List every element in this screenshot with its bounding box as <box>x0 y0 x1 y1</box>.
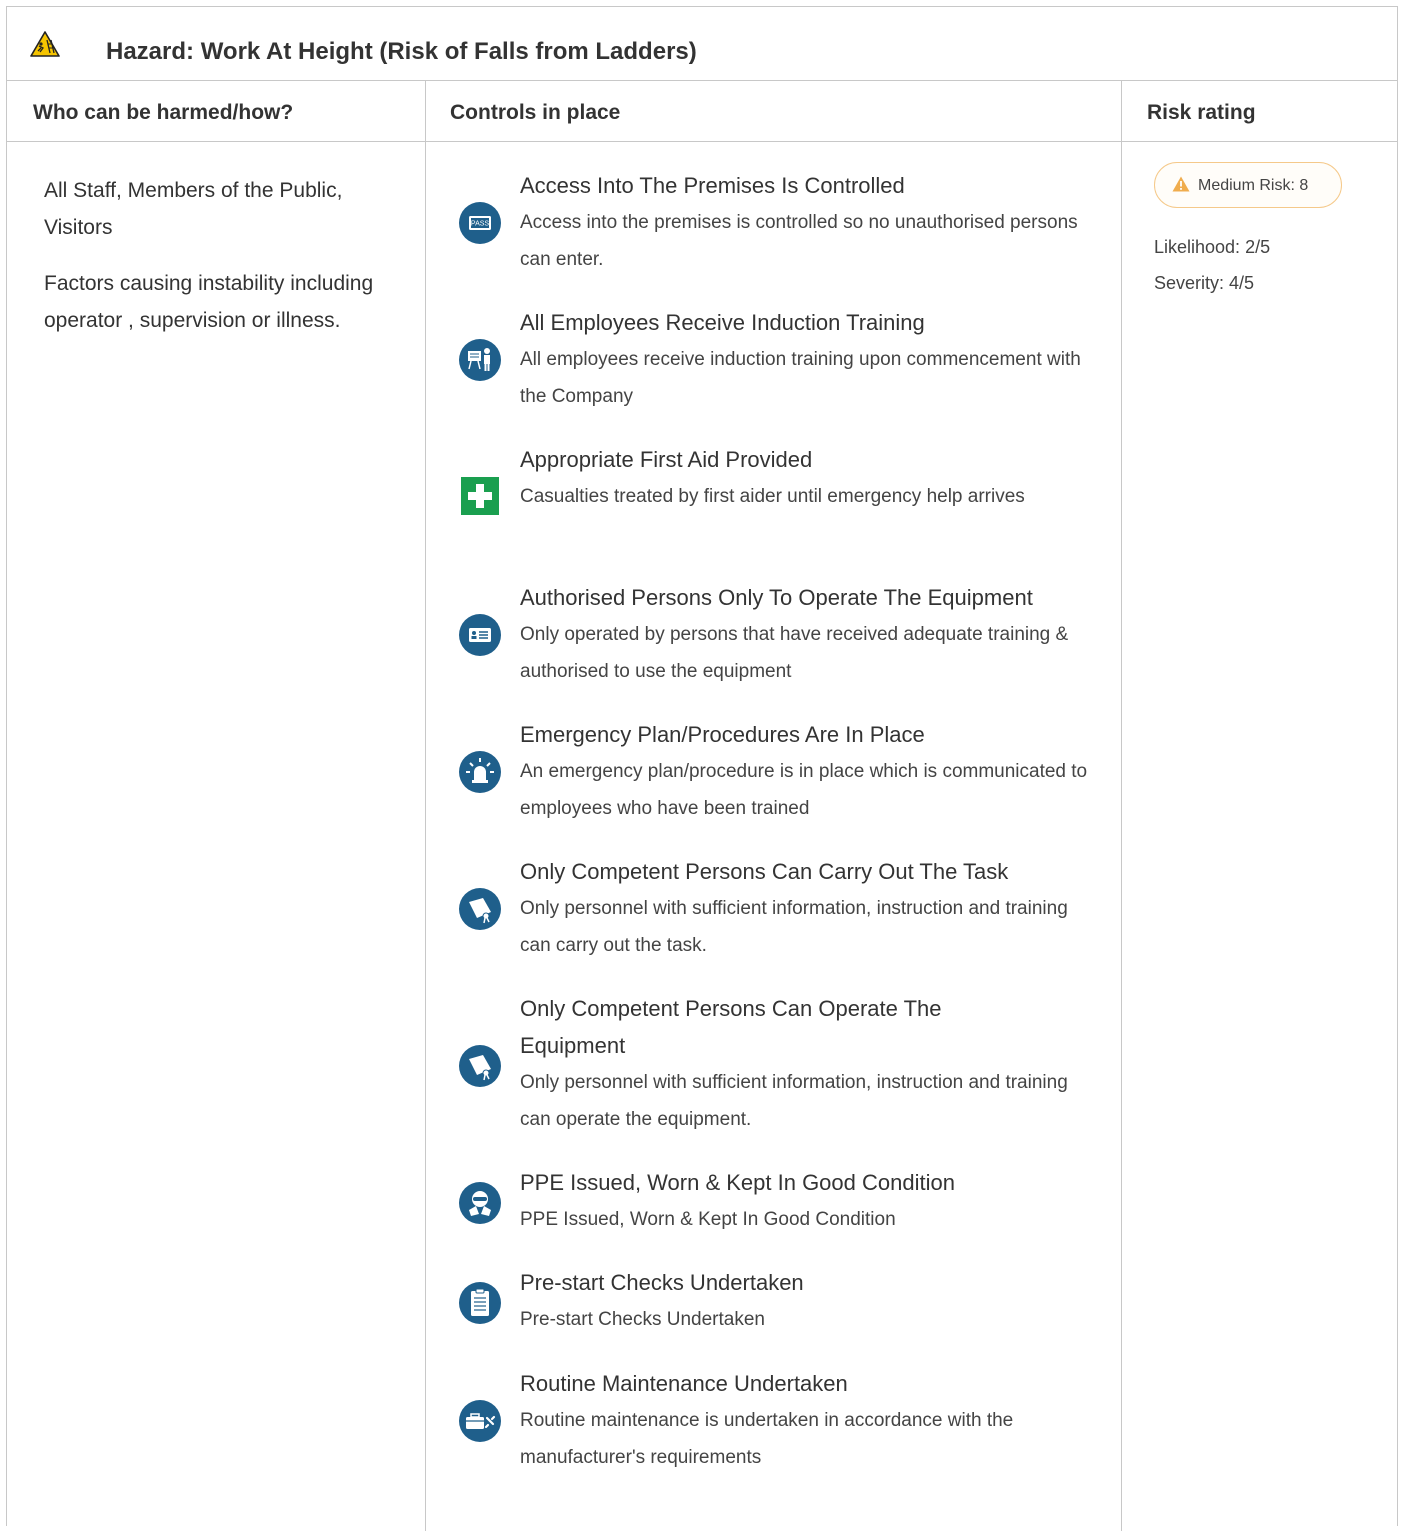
clipboard-checklist-icon <box>459 1282 501 1324</box>
control-title: Routine Maintenance Undertaken <box>520 1371 848 1396</box>
column-header-risk: Risk rating <box>1147 101 1256 124</box>
who-factors: Factors causing instability including op… <box>44 272 374 332</box>
hazard-title: Hazard: Work At Height (Risk of Falls fr… <box>106 38 697 65</box>
control-title: Appropriate First Aid Provided <box>520 447 813 472</box>
control-title: Only Competent Persons Can Carry Out The… <box>520 859 1009 884</box>
risk-level-label: Medium Risk: 8 <box>1198 177 1309 194</box>
access-pass-icon: PASS <box>459 202 501 244</box>
likelihood-value: Likelihood: 2/5 <box>1154 237 1271 257</box>
control-description: An emergency plan/procedure is in place … <box>520 761 1088 819</box>
hazard-header: Hazard: Work At Height (Risk of Falls fr… <box>7 7 1397 81</box>
control-title: Access Into The Premises Is Controlled <box>520 173 905 198</box>
ladder-fall-warning-icon <box>30 31 60 57</box>
control-title: Pre-start Checks Undertaken <box>520 1270 804 1295</box>
control-title: Authorised Persons Only To Operate The E… <box>520 585 1033 610</box>
control-description: Access into the premises is controlled s… <box>520 212 1078 270</box>
column-divider <box>425 81 426 1531</box>
severity-value: Severity: 4/5 <box>1154 273 1255 293</box>
control-description: Pre-start Checks Undertaken <box>520 1309 765 1330</box>
control-description: PPE Issued, Worn & Kept In Good Conditio… <box>520 1209 896 1230</box>
ppe-icon <box>459 1182 501 1224</box>
control-description: Casualties treated by first aider until … <box>520 486 1025 507</box>
control-description: Only personnel with sufficient informati… <box>520 1072 1068 1130</box>
emergency-beacon-icon <box>459 751 501 793</box>
first-aid-icon <box>461 477 499 515</box>
column-divider <box>1121 81 1122 1531</box>
table-header-row: Who can be harmed/how? Controls in place… <box>7 81 1397 142</box>
toolbox-icon <box>459 1400 501 1442</box>
induction-training-icon <box>459 339 501 381</box>
column-header-who: Who can be harmed/how? <box>33 101 294 124</box>
control-description: Only operated by persons that have recei… <box>520 624 1069 682</box>
certificate-icon <box>459 1045 501 1087</box>
control-description: Only personnel with sufficient informati… <box>520 898 1068 956</box>
control-title: Emergency Plan/Procedures Are In Place <box>520 722 925 747</box>
risk-level-badge: Medium Risk: 8 <box>1154 162 1342 208</box>
control-title: All Employees Receive Induction Training <box>520 310 925 335</box>
control-description: Routine maintenance is undertaken in acc… <box>520 1410 1014 1468</box>
certificate-icon <box>459 888 501 930</box>
who-persons: All Staff, Members of the Public, Visito… <box>44 179 343 239</box>
control-title: Only Competent Persons Can Operate The E… <box>520 996 942 1058</box>
warning-icon <box>1172 176 1190 192</box>
control-title: PPE Issued, Worn & Kept In Good Conditio… <box>520 1170 955 1195</box>
control-description: All employees receive induction training… <box>520 349 1081 407</box>
authorised-id-card-icon <box>459 614 501 656</box>
column-header-controls: Controls in place <box>450 101 621 124</box>
hazard-card: Hazard: Work At Height (Risk of Falls fr… <box>6 6 1398 1531</box>
svg-text:PASS: PASS <box>471 221 489 228</box>
